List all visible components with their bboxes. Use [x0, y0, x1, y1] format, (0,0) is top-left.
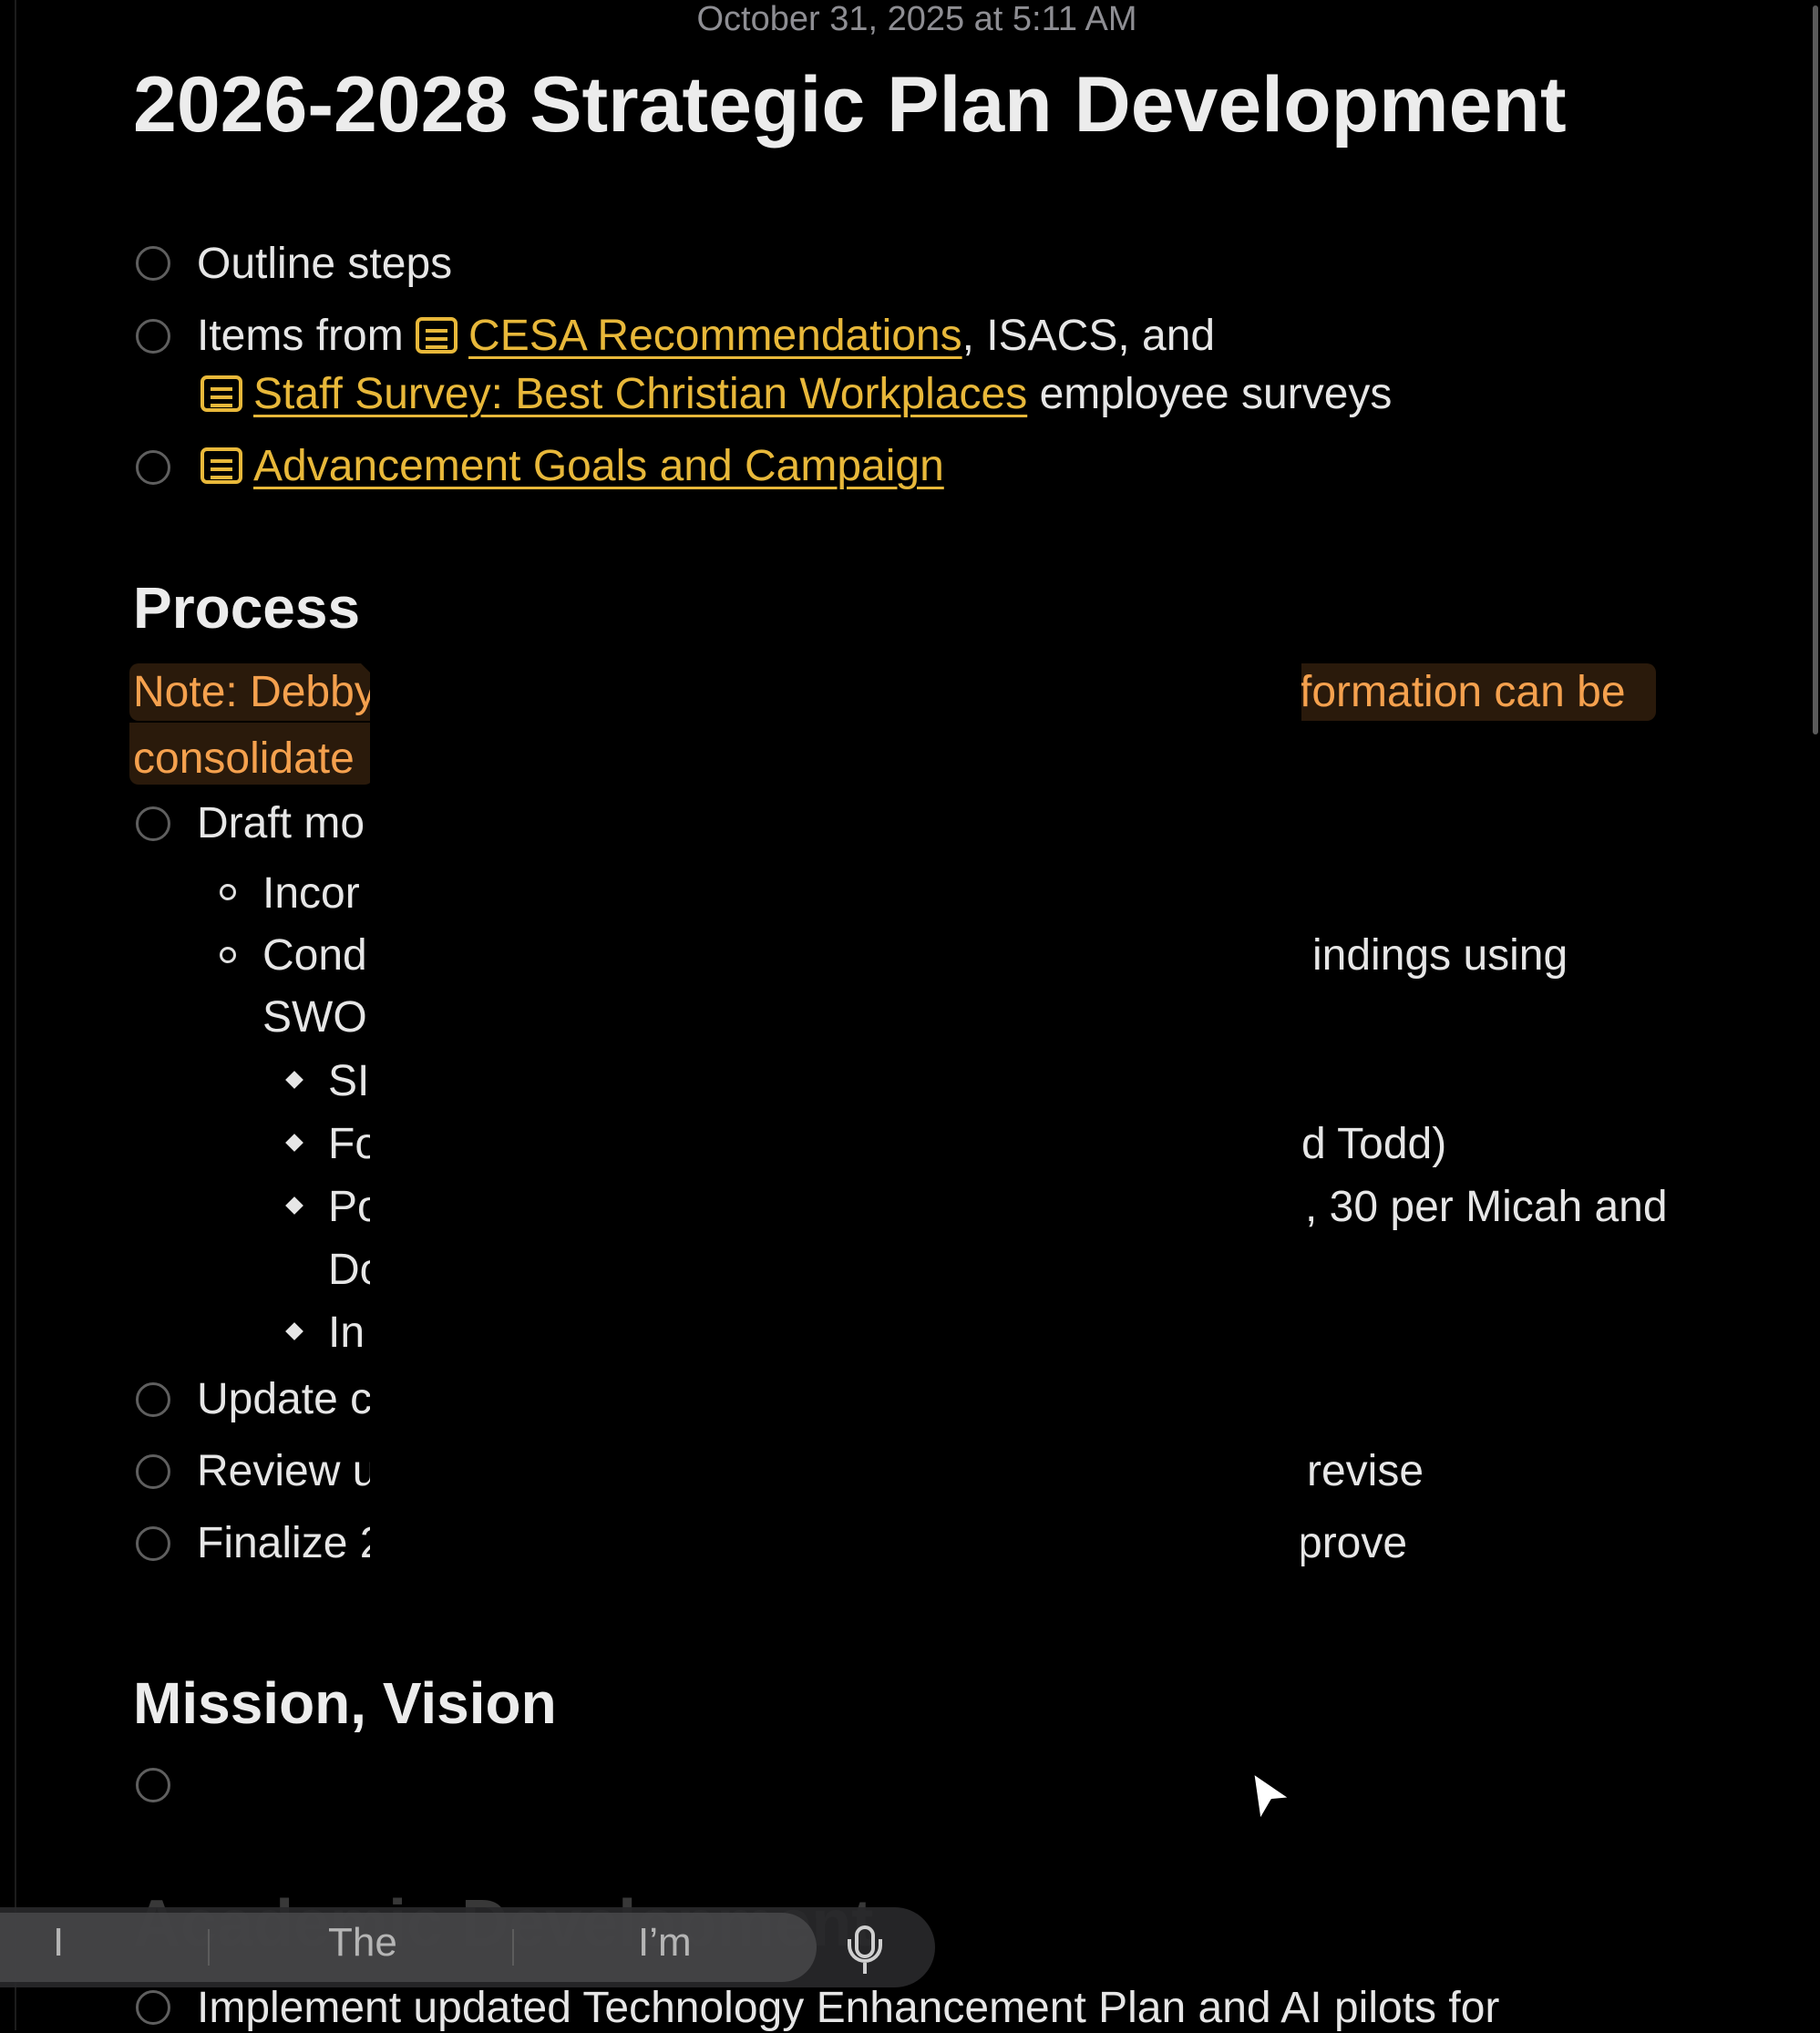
link-cesa-recommendations[interactable]: CESA Recommendations [468, 312, 962, 360]
subsubitem-3-right[interactable]: , 30 per Micah and [1305, 1182, 1668, 1232]
item-finalize-right[interactable]: prove [1298, 1518, 1407, 1568]
microphone-icon-stem [863, 1963, 867, 1974]
link-staff-survey[interactable]: Staff Survey: Best Christian Workplaces [253, 370, 1027, 418]
scrollbar[interactable] [1807, 0, 1820, 2030]
item-update[interactable]: Update c [197, 1374, 372, 1424]
predictive-text-bar [0, 1907, 935, 1987]
predictive-text-suggestions [0, 1913, 817, 1982]
bullet-diamond [285, 1134, 303, 1152]
items-from-suffix: employee surveys [1027, 370, 1393, 418]
item-implement-technology[interactable]: Implement updated Technology Enhancement… [197, 1983, 1499, 2033]
item-outline-steps[interactable]: Outline steps [197, 239, 452, 289]
checkbox-update[interactable] [136, 1382, 170, 1417]
checkbox-draft[interactable] [136, 806, 170, 841]
suggestion-im[interactable]: I’m [638, 1920, 692, 1966]
subitem-conduct-right[interactable]: indings using [1312, 930, 1568, 981]
bullet-diamond [285, 1071, 303, 1089]
subsubitem-4[interactable]: In [328, 1308, 365, 1358]
subitem-conduct[interactable]: Cond [262, 930, 367, 981]
link-advancement-goals[interactable]: Advancement Goals and Campaign [253, 442, 944, 490]
heading-process[interactable]: Process [133, 574, 360, 642]
checkbox-finalize[interactable] [136, 1526, 170, 1561]
item-advancement-goals[interactable]: Advancement Goals and Campaign [201, 441, 944, 491]
checkbox-empty[interactable] [136, 1768, 170, 1802]
bullet-hollow [220, 884, 236, 900]
suggestion-separator [512, 1929, 514, 1966]
note-link-icon [201, 447, 242, 484]
note-link-icon [201, 375, 242, 412]
checkbox-advancement-goals[interactable] [136, 450, 170, 485]
note-title[interactable]: 2026-2028 Strategic Plan Development [133, 60, 1567, 150]
window-left-border [15, 0, 16, 2030]
heading-mission-vision[interactable]: Mission, Vision [133, 1669, 557, 1737]
item-items-from[interactable]: Items from CESA Recommendations, ISACS, … [197, 311, 1215, 361]
occluding-overlay [357, 660, 1301, 1581]
item-review[interactable]: Review u [197, 1446, 376, 1496]
item-review-right[interactable]: revise [1307, 1446, 1424, 1496]
suggestion-the[interactable]: The [328, 1920, 397, 1966]
subsubitem-2-right[interactable]: d Todd) [1301, 1119, 1446, 1169]
note-date: October 31, 2025 at 5:11 AM [696, 0, 1137, 38]
checkbox-items-from[interactable] [136, 319, 170, 354]
pointer-cursor-icon [1250, 1770, 1294, 1824]
note-text-right[interactable]: formation can be [1300, 667, 1626, 717]
items-from-mid: , ISACS, and [961, 312, 1216, 360]
bullet-diamond [285, 1196, 303, 1215]
item-items-from-line2[interactable]: Staff Survey: Best Christian Workplaces … [201, 369, 1392, 419]
item-draft[interactable]: Draft mo [197, 798, 365, 848]
note-text-line2[interactable]: consolidate [133, 734, 355, 784]
note-text-left[interactable]: Note: Debby [133, 667, 376, 717]
subitem-incorporate[interactable]: Incor [262, 868, 360, 919]
checkbox-review[interactable] [136, 1454, 170, 1489]
checkbox-outline-steps[interactable] [136, 246, 170, 281]
bullet-diamond [285, 1322, 303, 1340]
note-link-icon [416, 317, 458, 354]
item-finalize[interactable]: Finalize 2 [197, 1518, 384, 1568]
bullet-hollow [220, 947, 236, 963]
items-from-prefix: Items from [197, 312, 416, 360]
suggestion-i[interactable]: I [53, 1920, 64, 1966]
subitem-conduct-line2[interactable]: SWO [262, 992, 367, 1042]
checkbox-implement[interactable] [136, 1990, 170, 2025]
suggestion-separator [208, 1929, 210, 1966]
subsubitem-1[interactable]: SI [328, 1056, 369, 1106]
scrollbar-thumb[interactable] [1813, 5, 1818, 734]
